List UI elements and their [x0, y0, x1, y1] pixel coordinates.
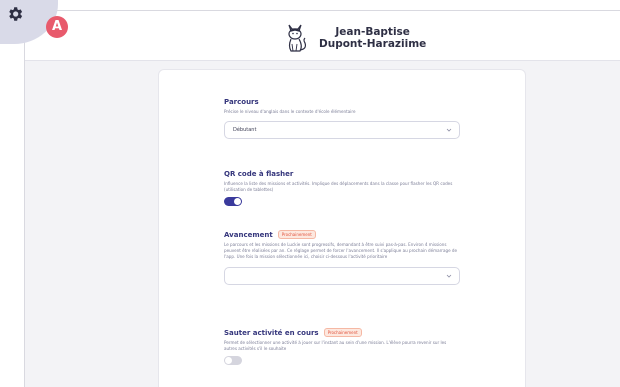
gear-icon[interactable] [6, 5, 24, 23]
skip-activity-toggle[interactable] [224, 355, 242, 365]
toggle-knob [225, 356, 232, 364]
section-description: Le parcours et les missions de Luckie so… [224, 242, 458, 259]
parcours-select[interactable]: Débutant [224, 120, 460, 139]
avatar[interactable]: A [46, 16, 68, 38]
section-qr-code: QR code à flasher Influence la liste des… [224, 170, 460, 206]
brand-name-line1: Jean-Baptise [335, 26, 410, 38]
settings-card: Parcours Précise le niveau d'anglais dan… [158, 69, 526, 387]
app-frame: Jean-Baptise Dupont-Haraziime Parcours P… [24, 10, 620, 387]
toggle-knob [234, 197, 241, 205]
avancement-select[interactable] [224, 267, 460, 286]
coming-soon-badge: Prochainement [277, 230, 316, 239]
brand: Jean-Baptise Dupont-Haraziime [283, 21, 426, 55]
section-description: Influence la liste des missions et activ… [224, 181, 453, 192]
header: Jean-Baptise Dupont-Haraziime [25, 11, 620, 61]
section-description: Précise le niveau d'anglais dans le cont… [224, 109, 356, 114]
section-title: QR code à flasher [224, 170, 294, 178]
brand-name: Jean-Baptise Dupont-Haraziime [319, 26, 426, 50]
select-value: Débutant [233, 126, 257, 133]
section-description: Permet de sélectionner une activité à jo… [224, 340, 447, 351]
cat-logo-icon [288, 24, 307, 52]
qr-code-toggle[interactable] [224, 196, 242, 206]
section-parcours: Parcours Précise le niveau d'anglais dan… [224, 98, 460, 139]
coming-soon-badge: Prochainement [323, 328, 362, 337]
section-title-row: Sauter activité en cours Prochainement [224, 328, 460, 337]
section-avancement: Avancement Prochainement Le parcours et … [224, 230, 460, 286]
section-sauter-activite: Sauter activité en cours Prochainement P… [224, 328, 460, 365]
brand-name-line2: Dupont-Haraziime [319, 38, 427, 50]
chevron-down-icon [446, 275, 452, 278]
section-title: Parcours [224, 98, 259, 106]
section-title-row: Avancement Prochainement [224, 230, 460, 239]
chevron-down-icon [446, 128, 452, 132]
section-title: Sauter activité en cours [224, 328, 319, 337]
section-title: Avancement [224, 230, 273, 239]
